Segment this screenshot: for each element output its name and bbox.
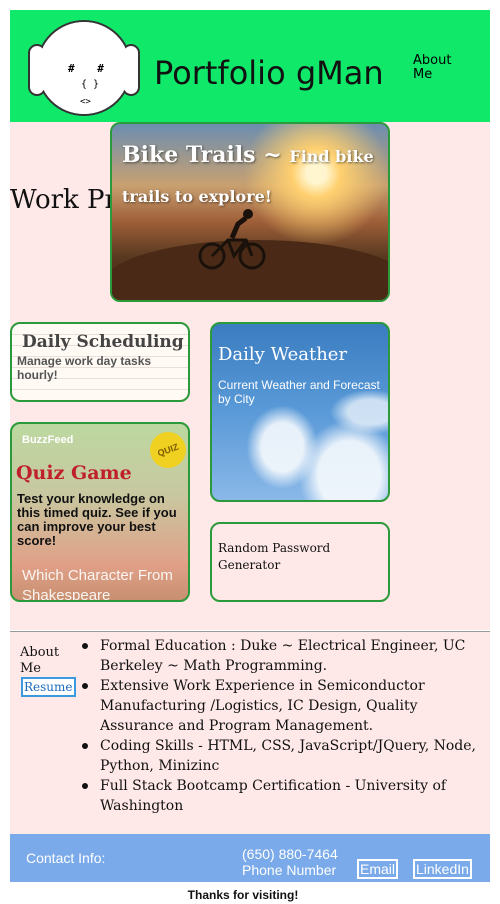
bike-trails-title: Bike Trails ~ Find bike trails to explor… bbox=[122, 136, 388, 216]
about-me-section: About Me Resume Formal Education : Duke … bbox=[10, 632, 490, 834]
daily-weather-description: Current Weather and Forecast by City bbox=[218, 378, 380, 406]
thanks-message: Thanks for visiting! bbox=[187, 888, 299, 902]
list-item: Full Stack Bootcamp Certification - Univ… bbox=[82, 776, 486, 816]
contact-bar: Contact Info: (650) 880-7464 Phone Numbe… bbox=[10, 834, 490, 882]
nav-about-me-link[interactable]: About Me bbox=[413, 54, 463, 82]
project-card-bike-trails[interactable]: Bike Trails ~ Find bike trails to explor… bbox=[110, 122, 390, 302]
avatar-logo: # # { } <> bbox=[28, 20, 140, 116]
contact-info-label: Contact Info: bbox=[26, 850, 106, 866]
daily-weather-title: Daily Weather bbox=[218, 344, 348, 365]
password-generator-title: Random Password Generator bbox=[218, 541, 331, 572]
phone-info: (650) 880-7464 Phone Number bbox=[242, 846, 338, 878]
project-card-quiz-game[interactable]: BuzzFeed QUIZ Quiz Game Test your knowle… bbox=[10, 422, 190, 602]
project-card-daily-scheduling[interactable]: Daily Scheduling Manage work day tasks h… bbox=[10, 322, 190, 402]
list-item: Coding Skills - HTML, CSS, JavaScript/JQ… bbox=[82, 736, 486, 776]
list-item: Formal Education : Duke ~ Electrical Eng… bbox=[82, 636, 486, 676]
avatar-eyes: # # bbox=[68, 62, 112, 75]
resume-button[interactable]: Resume bbox=[21, 677, 76, 697]
bike-trails-title-text: Bike Trails ~ bbox=[122, 142, 282, 168]
site-title: Portfolio gMan bbox=[154, 54, 384, 92]
project-card-daily-weather[interactable]: Daily Weather Current Weather and Foreca… bbox=[210, 322, 390, 502]
project-card-password-generator[interactable]: Random Password Generator bbox=[210, 522, 390, 602]
site-header: # # { } <> Portfolio gMan About Me bbox=[10, 10, 490, 122]
quiz-game-title: Quiz Game bbox=[16, 462, 132, 484]
daily-scheduling-description: Manage work day tasks hourly! bbox=[17, 354, 152, 382]
avatar-mouth: <> bbox=[80, 97, 91, 107]
buzzfeed-brand: BuzzFeed bbox=[22, 434, 74, 446]
quiz-image-caption: Which Character From Shakespeare bbox=[22, 567, 173, 602]
email-button[interactable]: Email bbox=[357, 859, 399, 879]
avatar-nose: { } bbox=[81, 79, 100, 90]
list-item: Extensive Work Experience in Semiconduct… bbox=[82, 676, 486, 736]
about-me-list: Formal Education : Duke ~ Electrical Eng… bbox=[82, 636, 486, 816]
work-projects-section: Work Projects Bike Trails ~ Find bike tr… bbox=[10, 122, 490, 630]
daily-scheduling-title: Daily Scheduling bbox=[22, 332, 184, 352]
phone-number-label: Phone Number bbox=[242, 862, 337, 878]
quiz-badge-icon: QUIZ bbox=[144, 426, 188, 474]
quiz-game-description: Test your knowledge on this timed quiz. … bbox=[17, 491, 177, 548]
phone-number[interactable]: (650) 880-7464 bbox=[242, 846, 338, 862]
linkedin-button[interactable]: LinkedIn bbox=[413, 859, 472, 879]
about-me-label: About Me bbox=[20, 645, 60, 676]
